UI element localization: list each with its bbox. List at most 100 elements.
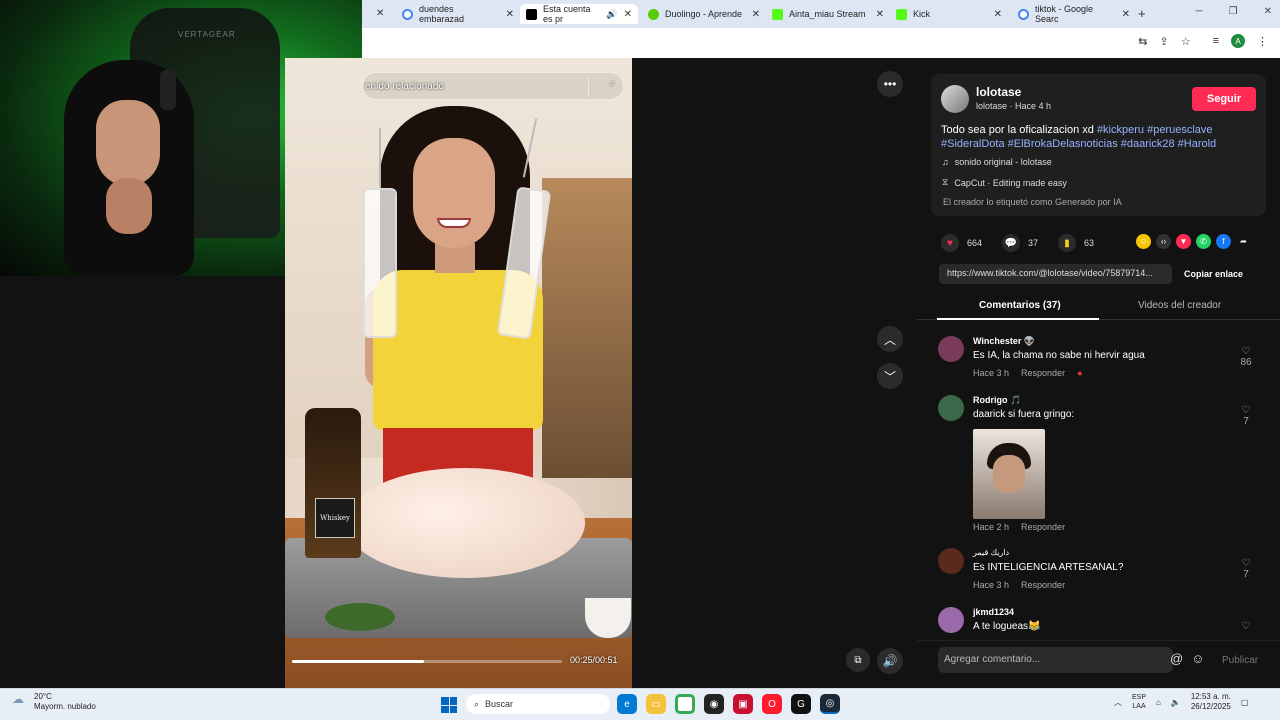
windows-start-icon[interactable] — [441, 697, 457, 713]
commenter-name[interactable]: Winchester 👽 — [973, 336, 1035, 347]
bookmark-star-icon[interactable]: ☆ — [1181, 35, 1191, 48]
reply-button[interactable]: Responder — [1021, 580, 1065, 590]
reading-list-icon[interactable]: ≡ — [1213, 35, 1219, 47]
weather-widget[interactable]: ☁ 20°C Mayorm. nublado — [12, 692, 96, 712]
commenter-avatar[interactable] — [938, 336, 964, 362]
comment-input[interactable]: Agregar comentario... — [938, 647, 1173, 673]
speaker-icon[interactable]: 🔊 — [606, 9, 617, 20]
commenter-avatar[interactable] — [938, 395, 964, 421]
bookmark-icon[interactable]: ▮ — [1058, 234, 1077, 252]
network-icon[interactable]: ⌂ — [1156, 698, 1161, 707]
tab-1[interactable]: duendes embarazad ✕ — [396, 4, 520, 24]
capcut-line[interactable]: ⧖ CapCut · Editing made easy — [942, 177, 1067, 188]
tab-3[interactable]: Duolingo - Aprende ✕ — [642, 4, 766, 24]
clock[interactable]: 12:53 a. m. 26/12/2025 — [1191, 692, 1231, 712]
chevron-up-icon[interactable]: ︿ — [1114, 697, 1122, 708]
reply-button[interactable]: Responder — [1021, 368, 1065, 378]
steam-icon[interactable]: ◎ — [820, 694, 840, 714]
publish-button[interactable]: Publicar — [1222, 655, 1258, 666]
opera-icon[interactable]: O — [762, 694, 782, 714]
send-icon[interactable]: ▼ — [1176, 234, 1191, 249]
copy-link-button[interactable]: Copiar enlace — [1184, 269, 1243, 279]
related-search-box[interactable]: enido relacionado ⌕ — [362, 72, 624, 100]
hashtag-link[interactable]: #ElBrokaDelasnoticias — [1008, 138, 1121, 150]
volume-icon[interactable]: 🔈 — [1171, 698, 1181, 707]
commenter-name[interactable]: jkmd1234 — [973, 607, 1014, 617]
tab-creator-videos[interactable]: Videos del creador — [1138, 300, 1221, 311]
follow-button[interactable]: Seguir — [1192, 87, 1256, 111]
video-link[interactable]: https://www.tiktok.com/@lolotase/video/7… — [939, 264, 1172, 284]
emoji-icon[interactable]: ☺ — [1191, 651, 1204, 666]
edge-icon[interactable]: e — [617, 694, 637, 714]
mention-icon[interactable]: @ — [1170, 651, 1183, 666]
hashtag-link[interactable]: #SideralDota — [941, 138, 1008, 150]
video-player[interactable]: Whiskey — [285, 58, 632, 688]
tab-title: Ainta_miau Stream — [789, 9, 866, 19]
comment-like[interactable]: ♡ — [1236, 621, 1256, 632]
app-g-icon[interactable]: G — [791, 694, 811, 714]
close-window-icon[interactable]: ✕ — [1264, 6, 1272, 17]
install-icon[interactable]: ⇪ — [1159, 35, 1168, 48]
tab-6[interactable]: tiktok - Google Searc ✕ — [1012, 4, 1136, 24]
tab-5[interactable]: Kick ✕ — [890, 4, 1008, 24]
hashtag-link[interactable]: #Harold — [1178, 138, 1217, 150]
chevron-down-icon[interactable]: ﹀ — [877, 363, 903, 389]
creator-username[interactable]: lolotase — [976, 85, 1021, 99]
new-tab-button[interactable]: + — [1138, 6, 1146, 21]
tab-2[interactable]: Esta cuenta es pr 🔊 ✕ — [520, 4, 638, 24]
facebook-icon[interactable]: f — [1216, 234, 1231, 249]
hashtag-link[interactable]: #kickperu — [1097, 124, 1147, 136]
comment-icon[interactable]: 💬 — [1002, 234, 1021, 252]
language-indicator[interactable]: ESP LAA — [1132, 693, 1146, 711]
chrome-icon[interactable] — [675, 694, 695, 714]
comment-image[interactable] — [973, 429, 1045, 519]
app-icon[interactable]: ▣ — [733, 694, 753, 714]
close-tab-icon[interactable]: ✕ — [1122, 9, 1130, 20]
creator-avatar[interactable] — [941, 85, 969, 113]
chair-brand: VERTAGEAR — [178, 30, 236, 39]
video-progress-bar[interactable] — [292, 660, 562, 663]
weather-text: Mayorm. nublado — [34, 702, 96, 711]
reply-button[interactable]: Responder — [1021, 522, 1065, 532]
obs-icon[interactable]: ◉ — [704, 694, 724, 714]
taskbar-search[interactable]: ⌕ Buscar — [466, 694, 610, 714]
menu-icon[interactable]: ⋮ — [1257, 35, 1268, 48]
hashtag-link[interactable]: #daarick28 — [1121, 138, 1178, 150]
comment-like[interactable]: ♡ 7 — [1236, 558, 1256, 580]
whatsapp-icon[interactable]: ✆ — [1196, 234, 1211, 249]
close-tab-icon[interactable]: ✕ — [876, 9, 884, 20]
chevron-up-icon[interactable]: ︿ — [877, 326, 903, 352]
comment-like[interactable]: ♡ 7 — [1236, 405, 1256, 427]
volume-icon[interactable]: 🔊 — [877, 648, 903, 674]
commenter-name[interactable]: Rodrigo 🎵 — [973, 395, 1021, 406]
notification-icon[interactable]: ▢ — [1241, 698, 1249, 707]
commenter-avatar[interactable] — [938, 607, 964, 633]
profile-avatar[interactable]: A — [1231, 34, 1245, 48]
minimize-icon[interactable]: ─ — [1196, 6, 1203, 17]
hashtag-link[interactable]: #peruesclave — [1147, 124, 1212, 136]
sound-line[interactable]: ♫ sonido original - lolotase — [942, 157, 1052, 167]
share-arrow-icon[interactable]: ➦ — [1236, 234, 1251, 249]
music-note-icon: ♫ — [942, 157, 949, 167]
search-icon[interactable]: ⌕ — [607, 78, 615, 89]
folder-icon[interactable]: ▭ — [646, 694, 666, 714]
comment-like[interactable]: ♡ 86 — [1236, 346, 1256, 368]
more-options-button[interactable]: ••• — [877, 71, 903, 97]
restore-icon[interactable]: ❐ — [1229, 6, 1238, 17]
tab-title: Duolingo - Aprende — [665, 9, 743, 19]
close-tab-icon[interactable]: ✕ — [376, 8, 384, 19]
tab-4[interactable]: Ainta_miau Stream ✕ — [766, 4, 890, 24]
commenter-avatar[interactable] — [938, 548, 964, 574]
embed-icon[interactable]: ‹› — [1156, 234, 1171, 249]
gift-icon[interactable]: ☺ — [1136, 234, 1151, 249]
close-tab-icon[interactable]: ✕ — [994, 9, 1002, 20]
system-tray: ︿ ESP LAA ⌂ 🔈 12:53 a. m. 26/12/2025 ▢ — [1114, 692, 1248, 712]
floating-player-icon[interactable]: ⧉ — [846, 648, 870, 672]
close-tab-icon[interactable]: ✕ — [624, 9, 632, 20]
close-tab-icon[interactable]: ✕ — [752, 9, 760, 20]
tab-comments[interactable]: Comentarios (37) — [979, 300, 1061, 311]
commenter-name[interactable]: داريك قيمر — [973, 548, 1009, 557]
translate-icon[interactable]: ⇆ — [1138, 35, 1147, 48]
heart-icon[interactable]: ♥ — [941, 234, 959, 252]
close-tab-icon[interactable]: ✕ — [506, 9, 514, 20]
